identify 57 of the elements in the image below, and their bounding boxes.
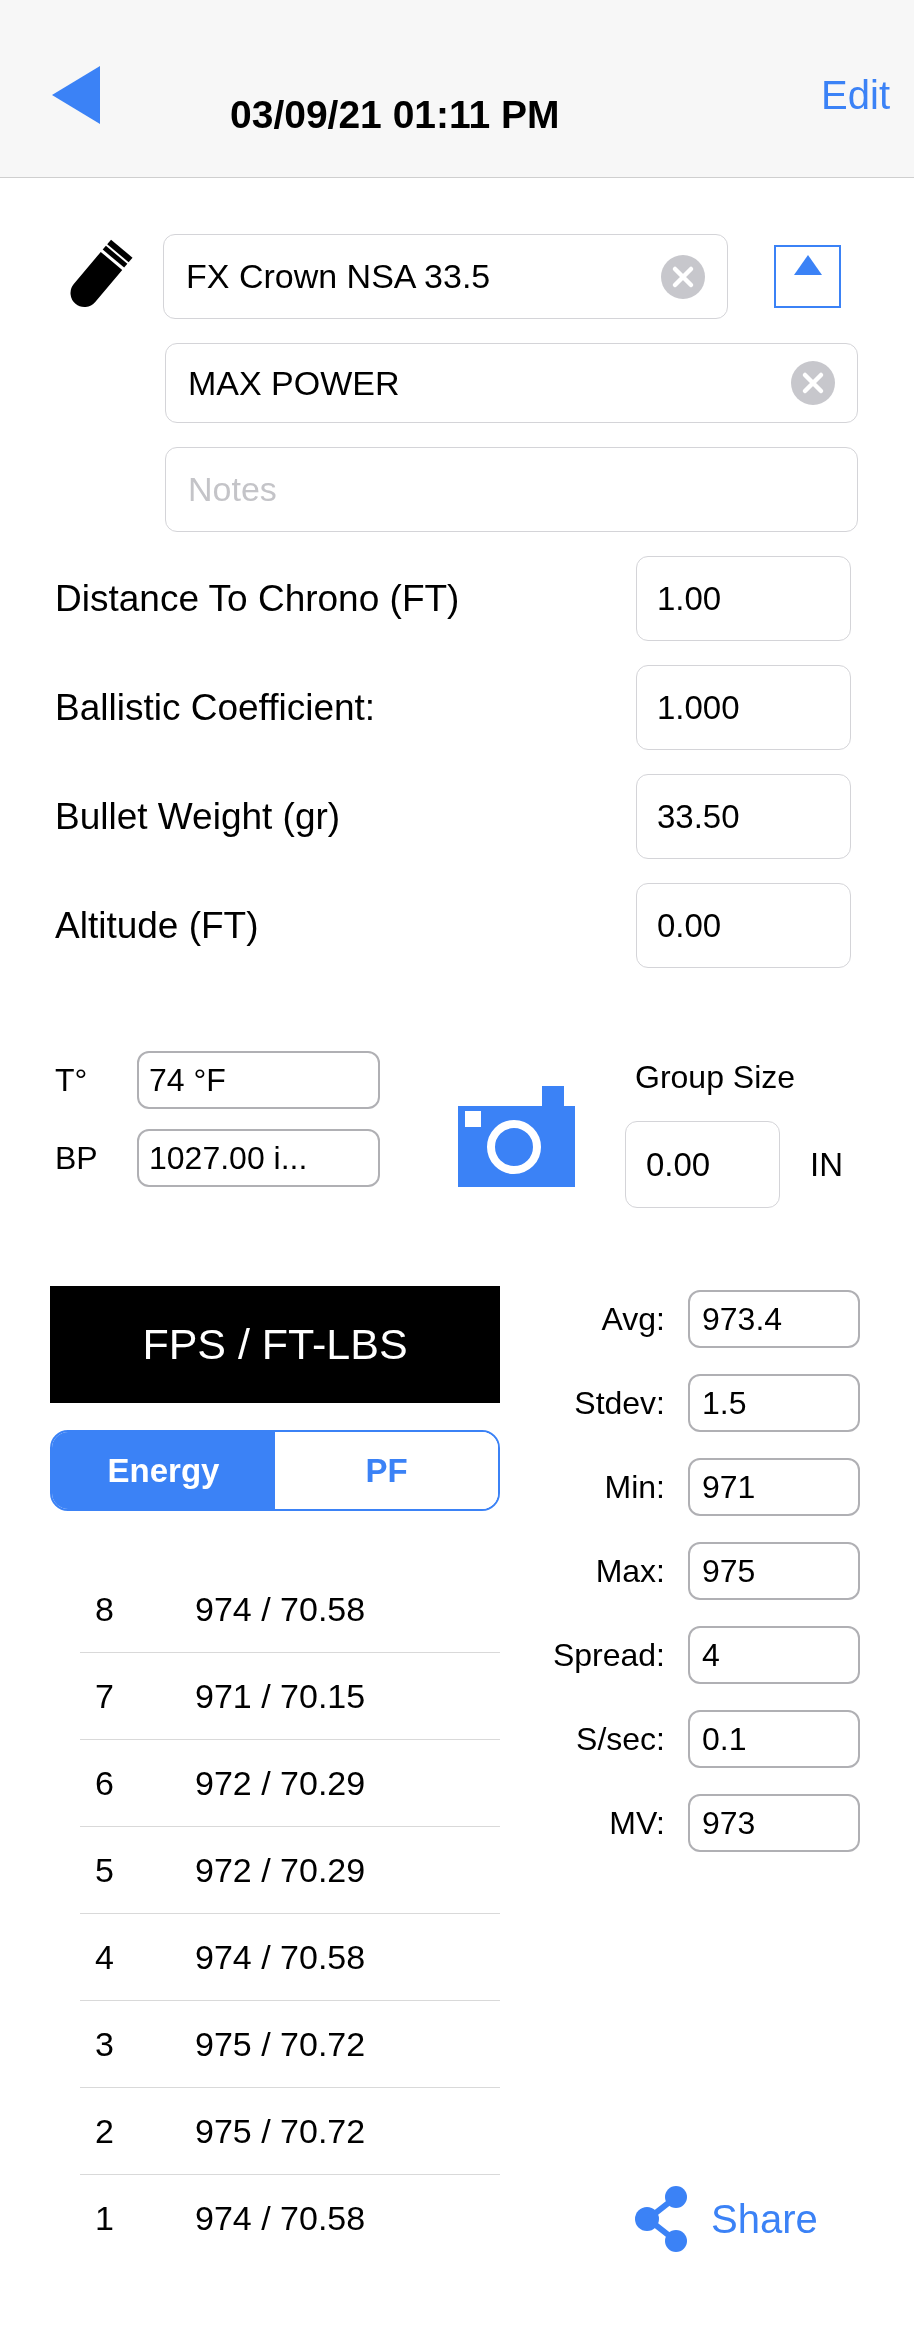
shot-number: 2 [95, 2110, 115, 2152]
stat-field[interactable]: 0.1 [688, 1710, 860, 1768]
group-size-field[interactable]: 0.00 [625, 1121, 780, 1208]
up-triangle-icon [793, 255, 822, 275]
stat-label: Spread: [551, 1636, 665, 1675]
window-title: 03/09/21 01:11 PM [230, 92, 560, 138]
stat-label: Min: [603, 1468, 665, 1507]
shot-number: 1 [95, 2198, 115, 2239]
units-banner: FPS / FT-LBS [50, 1286, 500, 1403]
stat-field[interactable]: 973 [688, 1794, 860, 1852]
shot-number: 8 [95, 1588, 115, 1630]
shot-reading: 974 / 70.58 [195, 1588, 366, 1630]
stat-label: Max: [594, 1552, 665, 1591]
stat-field[interactable]: 971 [688, 1458, 860, 1516]
shot-reading: 971 / 70.15 [195, 1675, 366, 1717]
mode-tab[interactable]: Energy [52, 1432, 275, 1509]
stat-label: MV: [608, 1804, 665, 1843]
stat-field[interactable]: 975 [688, 1542, 860, 1600]
parameter-label: Ballistic Coefficient: [55, 685, 377, 730]
profile-field[interactable]: MAX POWER [165, 343, 858, 423]
unit-label: IN [810, 1144, 843, 1185]
condition-field[interactable]: 74 °F [137, 1051, 380, 1109]
parameter-label: Distance To Chrono (FT) [55, 576, 461, 621]
stat-field[interactable]: 973.4 [688, 1290, 860, 1348]
stat-label: Stdev: [573, 1384, 665, 1423]
shot-reading: 972 / 70.29 [195, 1762, 366, 1804]
shot-number: 6 [95, 1762, 115, 1804]
collapse-button[interactable] [774, 245, 841, 308]
shot-number: 7 [95, 1675, 115, 1717]
parameter-field[interactable]: 1.000 [636, 665, 851, 750]
camera-icon[interactable] [458, 1086, 575, 1187]
shot-reading: 974 / 70.58 [195, 1936, 366, 1978]
back-icon[interactable] [52, 65, 102, 124]
condition-label: BP [55, 1139, 99, 1178]
parameter-field[interactable]: 0.00 [636, 883, 851, 968]
parameter-field[interactable]: 33.50 [636, 774, 851, 859]
parameter-label: Bullet Weight (gr) [55, 794, 342, 839]
stat-label: Avg: [600, 1300, 665, 1339]
projectile-name-field[interactable]: FX Crown NSA 33.5 [163, 234, 728, 319]
stat-field[interactable]: 1.5 [688, 1374, 860, 1432]
shot-reading: 975 / 70.72 [195, 2110, 366, 2152]
shot-number: 4 [95, 1936, 115, 1978]
shot-number: 5 [95, 1849, 115, 1891]
share-icon [635, 2185, 689, 2252]
group-size-label: Group Size [635, 1058, 797, 1097]
parameter-label: Altitude (FT) [55, 903, 260, 948]
shot-reading: 972 / 70.29 [195, 1849, 366, 1891]
parameter-field[interactable]: 1.00 [636, 556, 851, 641]
shot-reading: 974 / 70.58 [195, 2198, 366, 2239]
condition-label: T° [55, 1061, 89, 1100]
shot-reading: 975 / 70.72 [195, 2023, 366, 2065]
condition-field[interactable]: 1027.00 i... [137, 1129, 380, 1187]
shot-number: 3 [95, 2023, 115, 2065]
stat-field[interactable]: 4 [688, 1626, 860, 1684]
stat-label: S/sec: [575, 1720, 665, 1759]
notes-field[interactable]: Notes [165, 447, 858, 532]
share-button[interactable]: Share [635, 2175, 860, 2262]
